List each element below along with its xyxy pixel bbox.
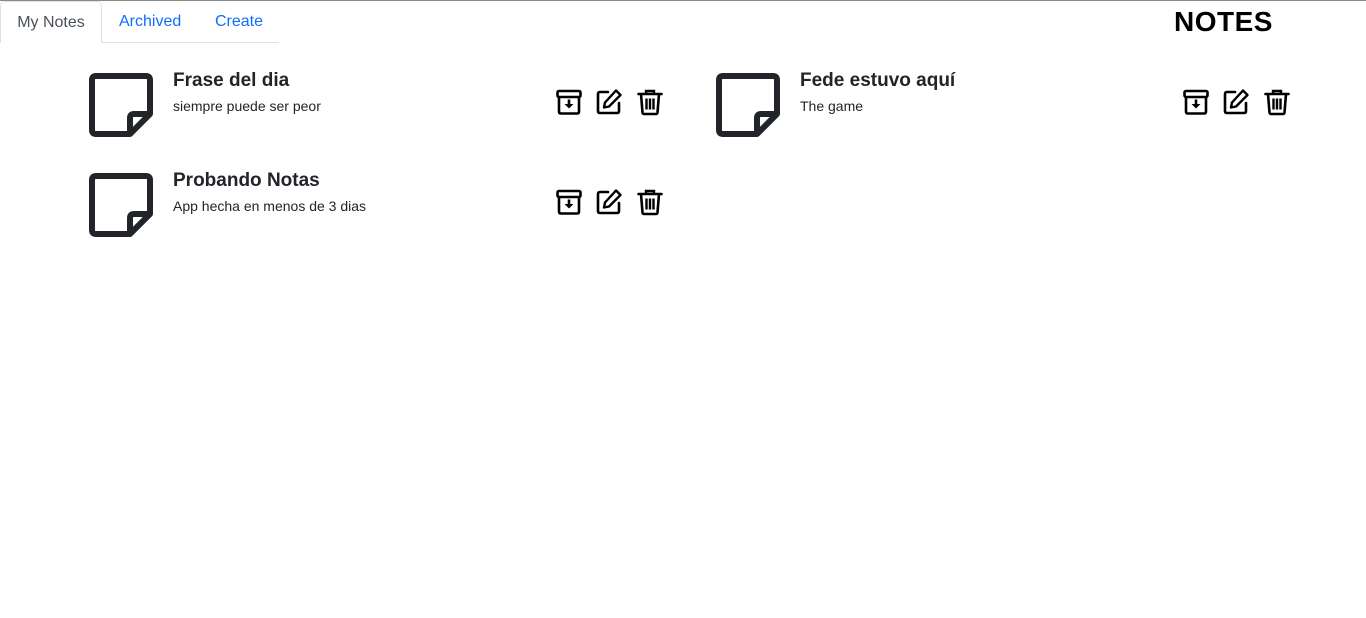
edit-icon[interactable]: [595, 188, 623, 216]
note-title: Probando Notas: [173, 170, 320, 191]
tab-create[interactable]: Create: [215, 1, 263, 43]
archive-icon[interactable]: [555, 88, 583, 116]
archive-icon[interactable]: [1182, 88, 1210, 116]
trash-icon[interactable]: [636, 188, 664, 216]
note-actions: [1182, 88, 1292, 116]
note-card: Frase del dia siempre puede ser peor: [88, 70, 668, 144]
note-text: siempre puede ser peor: [173, 98, 321, 114]
nav-tabs: My Notes Archived Create: [0, 1, 279, 43]
note-title: Frase del dia: [173, 70, 290, 91]
tab-archived[interactable]: Archived: [119, 1, 181, 43]
sticky-note-icon: [715, 72, 781, 138]
note-card: Fede estuvo aquí The game: [715, 70, 1295, 144]
edit-icon[interactable]: [595, 88, 623, 116]
trash-icon[interactable]: [1263, 88, 1291, 116]
sticky-note-icon: [88, 172, 154, 238]
app-title: NOTES: [1174, 6, 1273, 37]
edit-icon[interactable]: [1222, 88, 1250, 116]
sticky-note-icon: [88, 72, 154, 138]
trash-icon[interactable]: [636, 88, 664, 116]
note-actions: [555, 188, 665, 216]
note-actions: [555, 88, 665, 116]
tab-my-notes[interactable]: My Notes: [0, 1, 102, 43]
note-title: Fede estuvo aquí: [800, 70, 956, 91]
note-card: Probando Notas App hecha en menos de 3 d…: [88, 170, 668, 244]
note-text: The game: [800, 98, 864, 114]
note-text: App hecha en menos de 3 dias: [173, 198, 367, 214]
archive-icon[interactable]: [555, 188, 583, 216]
